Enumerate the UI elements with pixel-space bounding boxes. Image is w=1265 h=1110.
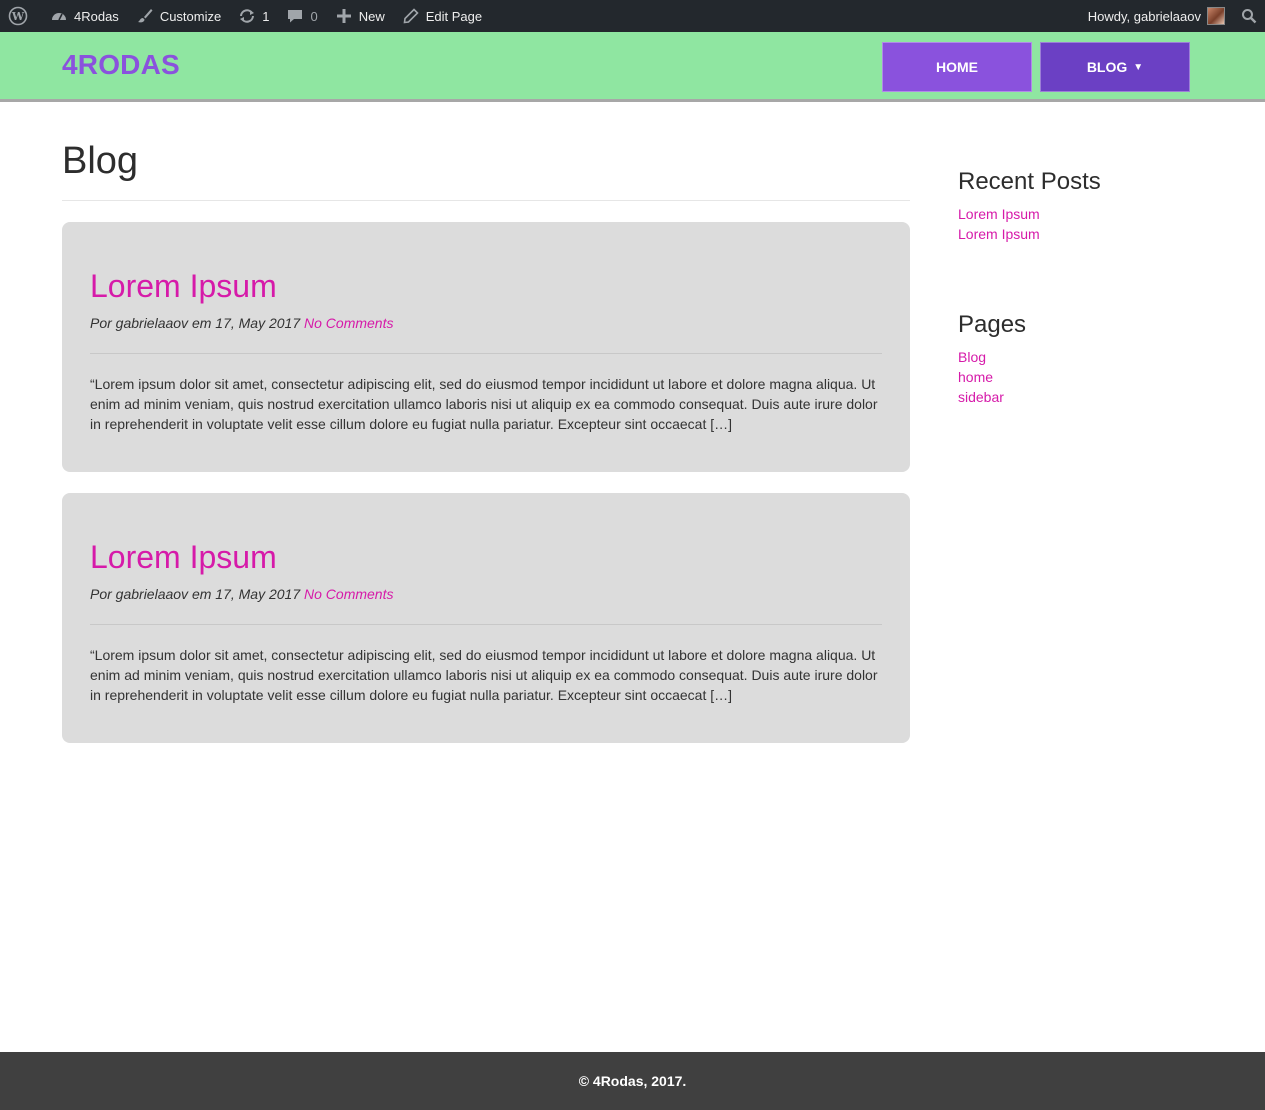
site-header: 4RODAS HOME BLOG ▼ <box>0 32 1265 102</box>
recent-post-link[interactable]: Lorem Ipsum <box>958 206 1040 222</box>
plus-icon <box>334 6 354 26</box>
site-footer: © 4Rodas, 2017. <box>0 1052 1265 1110</box>
list-item: Lorem Ipsum <box>958 204 1040 224</box>
post-comments-link[interactable]: No Comments <box>304 315 393 331</box>
new-content-link[interactable]: New <box>326 0 393 32</box>
post-title-link[interactable]: Lorem Ipsum <box>90 268 277 305</box>
pages-list: Blog home sidebar <box>958 347 1004 407</box>
paintbrush-icon <box>135 6 155 26</box>
recent-posts-list: Lorem Ipsum Lorem Ipsum <box>958 204 1040 244</box>
nav-blog-label: BLOG <box>1086 59 1128 75</box>
post-title-link[interactable]: Lorem Ipsum <box>90 539 277 576</box>
refresh-icon <box>237 6 257 26</box>
howdy-text: Howdy, gabrielaaov <box>1087 8 1201 24</box>
edit-page-label: Edit Page <box>425 8 483 24</box>
recent-post-link[interactable]: Lorem Ipsum <box>958 226 1040 242</box>
post-divider <box>90 624 882 625</box>
pencil-icon <box>401 6 421 26</box>
nav-home-button[interactable]: HOME <box>882 42 1032 92</box>
comment-bubble-icon <box>285 6 305 26</box>
recent-posts-title: Recent Posts <box>958 168 1101 195</box>
post-card: Lorem Ipsum Por gabrielaaov em 17, May 2… <box>62 222 910 472</box>
edit-page-link[interactable]: Edit Page <box>393 0 490 32</box>
wordpress-logo-button[interactable]: W <box>0 0 41 32</box>
post-meta: Por gabrielaaov em 17, May 2017 No Comme… <box>90 586 393 602</box>
admin-bar: W 4Rodas Customize 1 0 New Edit Page How… <box>0 0 1265 32</box>
admin-site-name-link[interactable]: 4Rodas <box>41 0 127 32</box>
customize-label: Customize <box>159 8 222 24</box>
post-excerpt: “Lorem ipsum dolor sit amet, consectetur… <box>90 376 878 432</box>
nav-blog-button[interactable]: BLOG ▼ <box>1040 42 1190 92</box>
title-divider <box>62 200 910 201</box>
search-icon <box>1239 6 1259 26</box>
list-item: Lorem Ipsum <box>958 224 1040 244</box>
customize-link[interactable]: Customize <box>127 0 229 32</box>
page-link-sidebar[interactable]: sidebar <box>958 389 1004 405</box>
pages-title: Pages <box>958 311 1027 338</box>
comments-count: 0 <box>310 8 318 24</box>
list-item: home <box>958 367 1004 387</box>
post-byline: Por gabrielaaov em 17, May 2017 <box>90 315 301 331</box>
page-link-home[interactable]: home <box>958 369 993 385</box>
site-brand-link[interactable]: 4RODAS <box>62 49 180 81</box>
my-account-link[interactable]: Howdy, gabrielaaov <box>1080 0 1231 32</box>
post-card: Lorem Ipsum Por gabrielaaov em 17, May 2… <box>62 493 910 743</box>
nav-home-label: HOME <box>936 59 978 75</box>
post-byline: Por gabrielaaov em 17, May 2017 <box>90 586 301 602</box>
svg-text:W: W <box>11 10 25 23</box>
avatar <box>1207 7 1225 25</box>
page-title: Blog <box>62 140 139 182</box>
post-comments-link[interactable]: No Comments <box>304 586 393 602</box>
new-label: New <box>358 8 385 24</box>
footer-copyright: © 4Rodas, 2017. <box>578 1073 687 1089</box>
admin-search-button[interactable] <box>1231 0 1265 32</box>
wordpress-icon: W <box>8 6 28 26</box>
updates-count: 1 <box>262 8 270 24</box>
list-item: sidebar <box>958 387 1004 407</box>
admin-site-name: 4Rodas <box>74 8 119 24</box>
updates-link[interactable]: 1 <box>229 0 277 32</box>
page-link-blog[interactable]: Blog <box>958 349 986 365</box>
dashboard-icon <box>49 6 69 26</box>
caret-down-icon: ▼ <box>1133 61 1144 73</box>
list-item: Blog <box>958 347 1004 367</box>
post-divider <box>90 353 882 354</box>
post-excerpt: “Lorem ipsum dolor sit amet, consectetur… <box>90 647 878 703</box>
post-meta: Por gabrielaaov em 17, May 2017 No Comme… <box>90 315 393 331</box>
comments-link[interactable]: 0 <box>277 0 325 32</box>
